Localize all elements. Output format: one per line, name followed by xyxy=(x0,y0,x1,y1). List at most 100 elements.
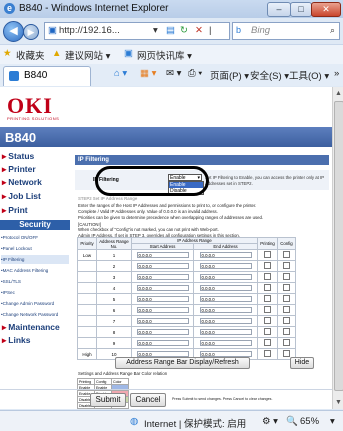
printing-checkbox[interactable] xyxy=(264,295,271,302)
tools-menu[interactable]: 工具(O) ▾ xyxy=(289,68,329,82)
address-bar[interactable]: ▣ http://192.16... ▾ ▤ ↻ ✕ | xyxy=(44,22,230,40)
printing-cell xyxy=(257,304,278,316)
end-address-input[interactable]: 0.0.0.0 xyxy=(199,340,252,346)
sidebar-item-print[interactable]: ▸ Print xyxy=(2,205,28,216)
sidebar-subitem-mac-filtering[interactable]: •MAC Address Filtering xyxy=(1,266,69,275)
sidebar-subitem-protocol[interactable]: •Protocol ON/OFF xyxy=(1,233,69,242)
config-checkbox[interactable] xyxy=(283,273,290,280)
mail-icon[interactable]: ✉ ▾ xyxy=(166,68,181,79)
search-box[interactable]: b Bing ⌕ xyxy=(232,22,340,40)
favorites-button[interactable]: 收藏夹 xyxy=(16,48,45,62)
close-button[interactable]: ✕ xyxy=(311,2,341,17)
end-address-input[interactable]: 0.0.0.0 xyxy=(199,274,252,280)
printing-checkbox[interactable] xyxy=(264,328,271,335)
security-zone-icon[interactable]: ⚙ ▾ xyxy=(262,416,278,427)
zoom-dropdown-icon[interactable]: ▾ xyxy=(330,416,335,427)
tab-b840[interactable]: B840 xyxy=(3,66,91,86)
sidebar-item-network[interactable]: ▸ Network xyxy=(2,177,42,188)
printing-checkbox[interactable] xyxy=(264,284,271,291)
scroll-thumb[interactable] xyxy=(334,101,343,391)
dropdown-icon[interactable]: ▾ xyxy=(153,25,158,36)
config-checkbox[interactable] xyxy=(283,262,290,269)
scroll-down-icon[interactable]: ▼ xyxy=(334,398,343,407)
printing-checkbox[interactable] xyxy=(264,306,271,313)
sidebar-item-status[interactable]: ▸ Status xyxy=(2,151,34,162)
sidebar-item-job-list[interactable]: ▸ Job List xyxy=(2,191,41,202)
end-address-input[interactable]: 0.0.0.0 xyxy=(199,307,252,313)
zoom-level[interactable]: 65% xyxy=(300,416,319,427)
stop-icon[interactable]: ✕ xyxy=(195,25,203,36)
back-button[interactable]: ◀ xyxy=(3,21,24,42)
start-address-input[interactable]: 0.0.0.0 xyxy=(136,296,189,302)
print-icon[interactable]: ⎙ ▾ xyxy=(188,68,202,79)
end-address-input[interactable]: 0.0.0.0 xyxy=(199,329,252,335)
start-address-input[interactable]: 0.0.0.0 xyxy=(136,318,189,324)
config-checkbox[interactable] xyxy=(283,328,290,335)
safety-menu[interactable]: 安全(S) ▾ xyxy=(250,68,289,82)
end-address-input[interactable]: 0.0.0.0 xyxy=(199,285,252,291)
config-checkbox[interactable] xyxy=(283,284,290,291)
hide-button[interactable]: Hide xyxy=(290,357,314,369)
printing-checkbox[interactable] xyxy=(264,262,271,269)
end-address-input[interactable]: 0.0.0.0 xyxy=(199,263,252,269)
page-menu[interactable]: 页面(P) ▾ xyxy=(210,68,249,82)
more-chevron[interactable]: » xyxy=(334,68,339,79)
start-address-input[interactable]: 0.0.0.0 xyxy=(136,252,189,258)
start-address-input[interactable]: 0.0.0.0 xyxy=(136,329,189,335)
printing-cell xyxy=(257,282,278,294)
maximize-button[interactable]: □ xyxy=(290,2,312,17)
sidebar-item-security[interactable]: Security xyxy=(0,220,70,230)
sidebar-item-links[interactable]: ▸ Links xyxy=(2,335,30,346)
sidebar-subitem-ip-filtering[interactable]: •IP Filtering xyxy=(1,255,69,264)
sidebar-subitem-admin-password[interactable]: •Change Admin Password xyxy=(1,299,69,308)
printing-checkbox[interactable] xyxy=(264,350,271,357)
printing-checkbox[interactable] xyxy=(264,251,271,258)
scroll-up-icon[interactable]: ▲ xyxy=(334,89,343,98)
feeds-icon[interactable]: ▦ ▾ xyxy=(140,68,156,79)
web-slice-gallery-link[interactable]: 网页快讯库 ▾ xyxy=(137,48,192,62)
sidebar-subitem-ipsec[interactable]: •IPSec xyxy=(1,288,69,297)
compat-view-icon[interactable]: ▤ xyxy=(166,25,175,36)
printing-checkbox[interactable] xyxy=(264,273,271,280)
vertical-scrollbar[interactable]: ▲ ▼ xyxy=(332,87,343,409)
config-checkbox[interactable] xyxy=(283,251,290,258)
zone-text[interactable]: Internet | 保护模式: 启用 xyxy=(144,416,246,430)
config-checkbox[interactable] xyxy=(283,295,290,302)
home-icon[interactable]: ⌂ ▾ xyxy=(114,68,127,79)
sidebar-subitem-network-password[interactable]: •Change Network Password xyxy=(1,310,69,319)
config-checkbox[interactable] xyxy=(283,306,290,313)
desc-line-2: Complete / Valid IP Addresses only. Valu… xyxy=(78,209,218,214)
start-address-input[interactable]: 0.0.0.0 xyxy=(136,340,189,346)
end-address-input[interactable]: 0.0.0.0 xyxy=(199,296,252,302)
start-address-input[interactable]: 0.0.0.0 xyxy=(136,274,189,280)
end-address-input[interactable]: 0.0.0.0 xyxy=(199,318,252,324)
forward-button[interactable]: ▶ xyxy=(23,24,39,40)
start-address-cell: 0.0.0.0 xyxy=(131,260,194,272)
search-icon[interactable]: ⌕ xyxy=(330,25,335,36)
start-address-input[interactable]: 0.0.0.0 xyxy=(136,307,189,313)
sidebar-subitem-ssl-tls[interactable]: •SSL/TLS xyxy=(1,277,69,286)
end-address-input[interactable]: 0.0.0.0 xyxy=(199,252,252,258)
zoom-icon[interactable]: 🔍 xyxy=(286,416,298,427)
config-checkbox[interactable] xyxy=(283,317,290,324)
star-icon[interactable]: ★ xyxy=(3,48,12,59)
config-checkbox[interactable] xyxy=(283,350,290,357)
config-checkbox[interactable] xyxy=(283,339,290,346)
cancel-button[interactable]: Cancel xyxy=(130,393,166,407)
start-address-input[interactable]: 0.0.0.0 xyxy=(136,285,189,291)
sidebar-item-maintenance[interactable]: ▸ Maintenance xyxy=(2,322,60,333)
ip-range-table: Priority Address Range No. IP Address Ra… xyxy=(77,237,296,360)
refresh-icon[interactable]: ↻ xyxy=(180,25,188,36)
sidebar-subitem-panel-lockout[interactable]: •Panel Lockout xyxy=(1,244,69,253)
end-address-cell: 0.0.0.0 xyxy=(193,337,258,349)
submit-button[interactable]: Submit xyxy=(90,393,126,407)
range-no-cell: 5 xyxy=(96,293,132,305)
printing-checkbox[interactable] xyxy=(264,317,271,324)
minimize-button[interactable]: – xyxy=(267,2,291,17)
desc-line-1: Enter the ranges of the Host IP Addresse… xyxy=(78,203,257,208)
sidebar-item-printer[interactable]: ▸ Printer xyxy=(2,164,36,175)
suggested-sites-link[interactable]: 建议网站 ▾ xyxy=(65,48,110,62)
range-bar-refresh-button[interactable]: Address Range Bar Display/Refresh xyxy=(115,357,250,369)
start-address-input[interactable]: 0.0.0.0 xyxy=(136,263,189,269)
printing-checkbox[interactable] xyxy=(264,339,271,346)
